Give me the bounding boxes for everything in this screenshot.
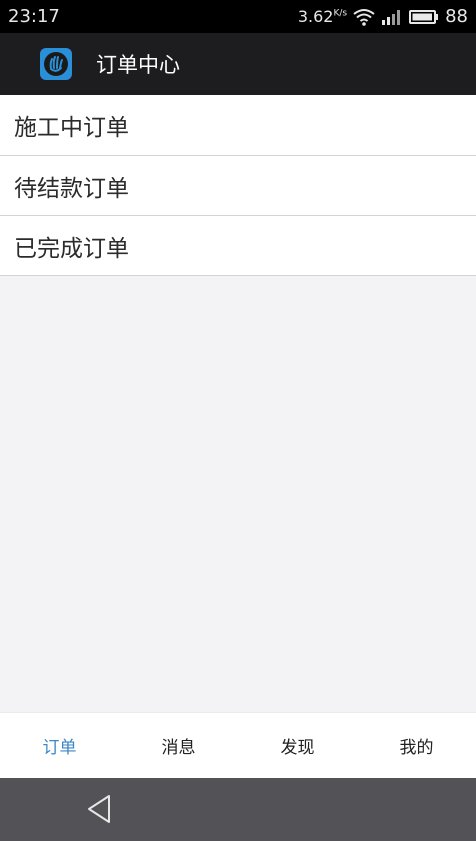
tab-mine[interactable]: 我的 <box>357 713 476 778</box>
page-title: 订单中心 <box>96 53 180 77</box>
wifi-icon <box>353 8 375 26</box>
back-icon[interactable] <box>86 794 112 824</box>
tab-messages[interactable]: 消息 <box>119 713 238 778</box>
battery-icon <box>409 9 439 24</box>
system-nav-bar <box>0 778 476 841</box>
app-bar: 订单中心 <box>0 33 476 95</box>
status-bar: 23:17 3.62K/s 88 <box>0 0 476 33</box>
order-list: 施工中订单 待结款订单 已完成订单 <box>0 95 476 276</box>
order-item-pending-payment[interactable]: 待结款订单 <box>0 156 476 216</box>
status-time: 23:17 <box>8 6 60 27</box>
tab-orders[interactable]: 订单 <box>0 713 119 778</box>
tab-discover[interactable]: 发现 <box>238 713 357 778</box>
hand-logo-graphic <box>44 52 68 76</box>
order-item-completed[interactable]: 已完成订单 <box>0 216 476 276</box>
network-speed: 3.62K/s <box>297 7 348 26</box>
status-indicators: 3.62K/s 88 <box>298 6 468 27</box>
battery-percent: 88 <box>445 6 468 27</box>
signal-icon <box>382 9 401 25</box>
hand-logo-icon <box>40 48 72 80</box>
bottom-nav: 订单 消息 发现 我的 <box>0 712 476 778</box>
order-item-in-progress[interactable]: 施工中订单 <box>0 95 476 156</box>
